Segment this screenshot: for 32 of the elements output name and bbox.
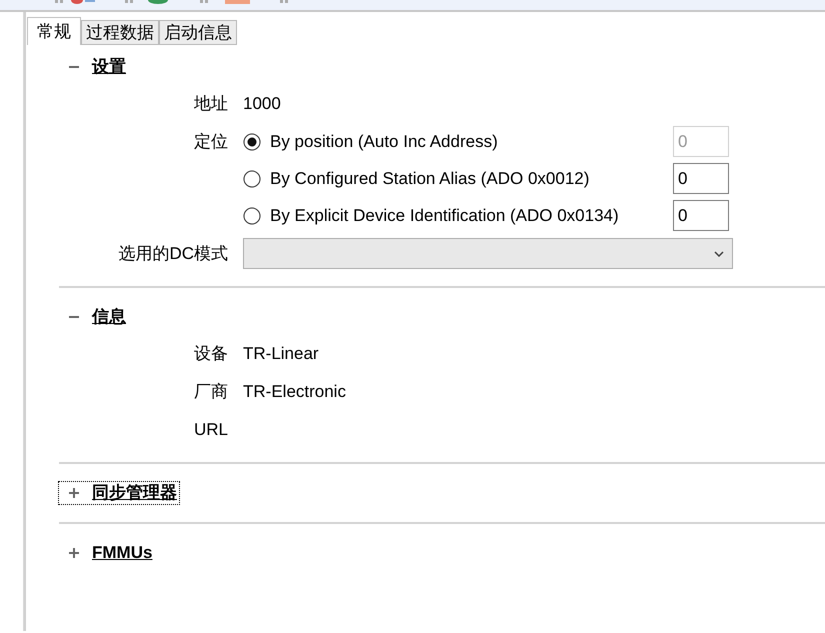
radio-button[interactable] xyxy=(243,206,261,224)
field-label: 厂商 xyxy=(194,381,228,404)
radio-option[interactable]: By Explicit Device Identification (ADO 0x0134) xyxy=(243,202,673,228)
field-value: 1000 xyxy=(243,93,281,116)
expand-icon xyxy=(69,488,79,498)
tab[interactable]: 常规 xyxy=(27,17,81,45)
grip-icon xyxy=(280,0,290,6)
section-header[interactable]: 设置 xyxy=(59,56,128,78)
radio-option[interactable]: By Configured Station Alias (ADO 0x0012) xyxy=(243,166,673,192)
chevron-down-icon xyxy=(714,250,724,256)
toolbar-icon[interactable] xyxy=(55,0,95,6)
field-label: 选用的DC模式 xyxy=(118,242,228,265)
radio-button[interactable] xyxy=(243,132,261,150)
tab[interactable]: 过程数据 xyxy=(81,20,159,45)
toolbar-icon[interactable] xyxy=(125,0,170,6)
field-label: URL xyxy=(194,419,228,442)
radio-button[interactable] xyxy=(243,170,261,188)
field-label: 定位 xyxy=(194,130,228,153)
expand-icon xyxy=(69,548,79,558)
field-label: 设备 xyxy=(194,343,228,366)
dropdown[interactable] xyxy=(243,238,733,269)
radio-option[interactable]: By position (Auto Inc Address) xyxy=(243,128,673,154)
field-value: TR-Linear xyxy=(243,343,319,366)
input-field[interactable]: 0 xyxy=(673,200,729,231)
toolbar-icon[interactable] xyxy=(200,0,250,6)
field-value: TR-Electronic xyxy=(243,381,346,404)
input-field[interactable]: 0 xyxy=(673,163,729,194)
section-header[interactable]: 信息 xyxy=(59,306,128,328)
section-header[interactable]: FMMUs xyxy=(59,542,154,564)
section-header[interactable]: 同步管理器 xyxy=(59,482,179,504)
field-label: 地址 xyxy=(194,93,228,116)
tab[interactable]: 启动信息 xyxy=(159,20,237,45)
